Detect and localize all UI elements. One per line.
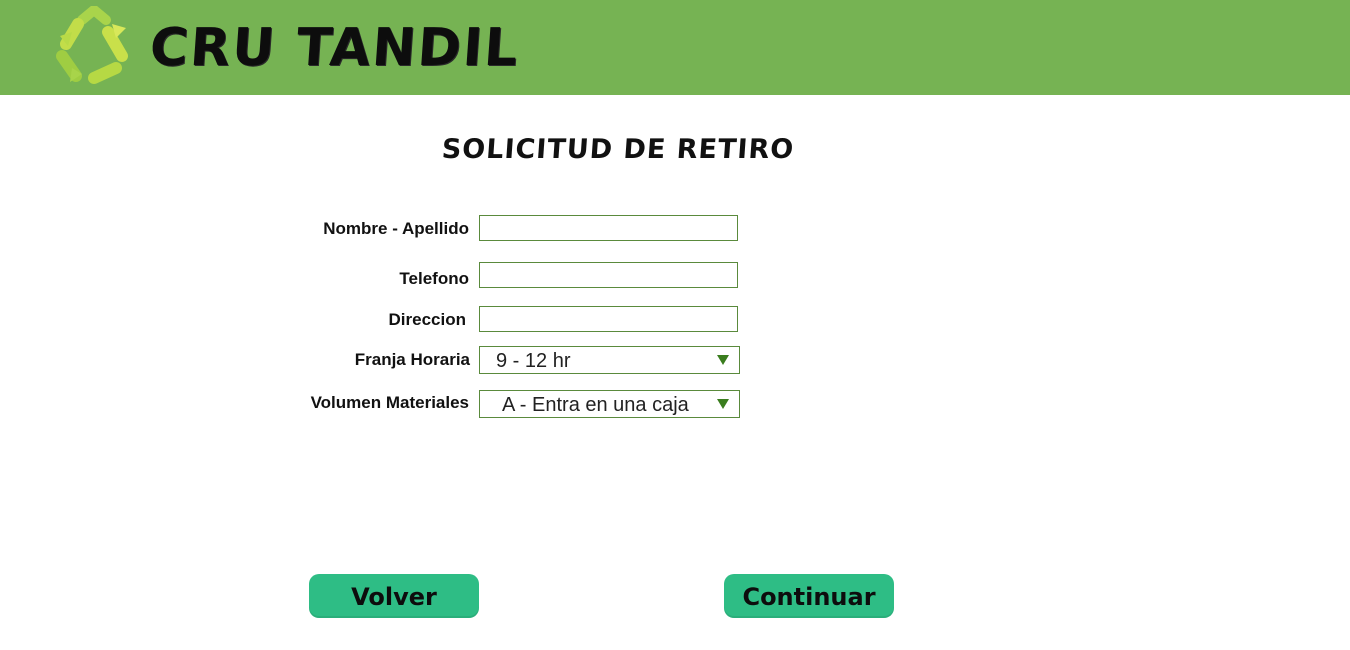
franja-label: Franja Horaria: [354, 350, 470, 369]
volumen-selected-value: A - Entra en una caja: [502, 394, 689, 416]
back-button[interactable]: Volver: [309, 574, 479, 618]
direccion-label: Direccion: [388, 310, 466, 329]
telefono-label: Telefono: [399, 269, 469, 288]
franja-selected-value: 9 - 12 hr: [496, 350, 571, 372]
telefono-input[interactable]: [479, 262, 738, 288]
volumen-select[interactable]: A - Entra en una caja: [479, 390, 740, 418]
recycle-icon: [56, 6, 128, 84]
direccion-input[interactable]: [479, 306, 738, 332]
continue-button[interactable]: Continuar: [724, 574, 894, 618]
nombre-label: Nombre - Apellido: [323, 219, 469, 238]
header-bar: CRU TANDIL: [0, 0, 1350, 95]
franja-select[interactable]: 9 - 12 hr: [479, 346, 740, 374]
chevron-down-icon: [717, 399, 729, 409]
nombre-input[interactable]: [479, 215, 738, 241]
brand-title: CRU TANDIL: [147, 18, 522, 78]
form-title: SOLICITUD DE RETIRO: [440, 134, 796, 165]
volumen-label: Volumen Materiales: [310, 393, 469, 412]
chevron-down-icon: [717, 355, 729, 365]
